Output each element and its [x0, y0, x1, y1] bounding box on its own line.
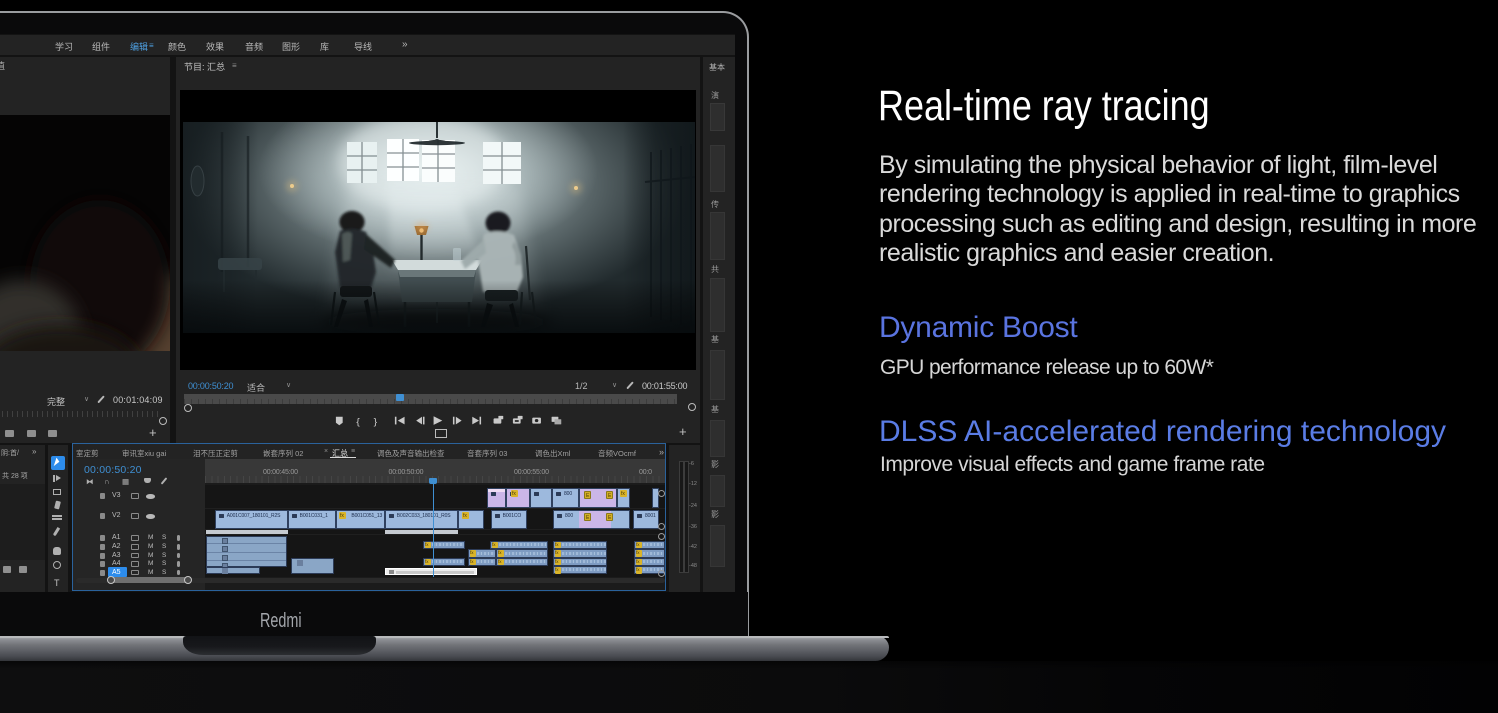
svg-text:}: }	[374, 417, 378, 427]
svg-text:{: {	[356, 417, 360, 427]
